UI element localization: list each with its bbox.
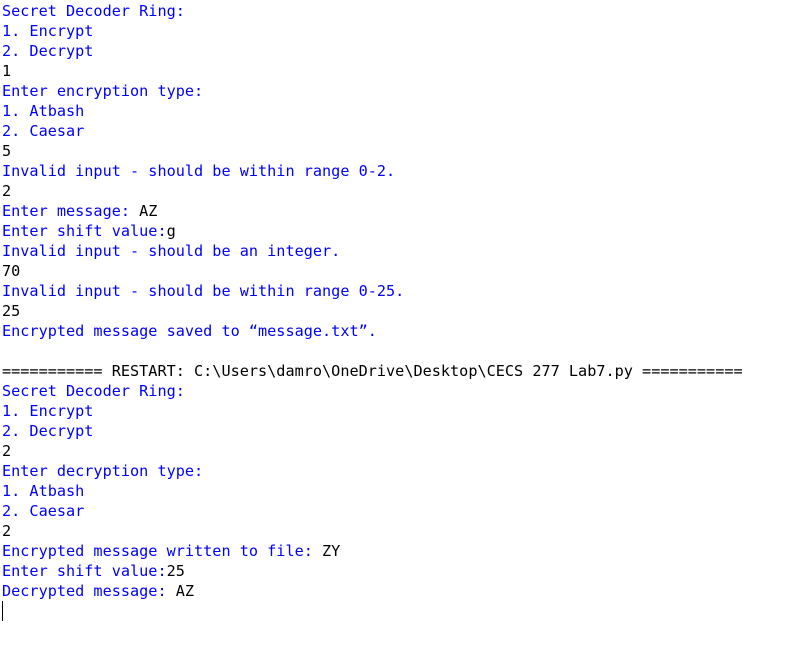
- console-input-line: 5: [2, 142, 12, 160]
- console-input-line: 70: [2, 262, 21, 280]
- console-input-line: 2: [2, 182, 12, 200]
- console-prompt-text: Encrypted message written to file:: [2, 542, 323, 560]
- console-prompt-line: Enter message: AZ: [2, 201, 787, 221]
- console-user-input: AZ: [175, 582, 195, 600]
- console-prompt-text: Enter shift value:: [2, 562, 167, 580]
- console-output-line: 1. Atbash: [2, 102, 85, 120]
- console-user-input: g: [166, 222, 176, 240]
- console-input-line: 25: [2, 302, 21, 320]
- console-output-line: 1. Atbash: [2, 482, 85, 500]
- console-output-line: 2. Decrypt: [2, 422, 94, 440]
- console-output-line: Secret Decoder Ring:: [2, 382, 185, 400]
- console-prompt-line: Enter shift value:25: [2, 561, 787, 581]
- console-output-line: Invalid input - should be within range 0…: [2, 162, 396, 180]
- shell-console-output: Secret Decoder Ring: 1. Encrypt 2. Decrypt…: [2, 1, 787, 621]
- console-output-line: 1. Encrypt: [2, 402, 94, 420]
- console-input-line: 2: [2, 442, 12, 460]
- console-output-line: 1. Encrypt: [2, 22, 94, 40]
- console-output-line: Enter decryption type:: [2, 462, 204, 480]
- console-output-line: Secret Decoder Ring:: [2, 2, 185, 20]
- console-output-line: 2. Decrypt: [2, 42, 94, 60]
- console-prompt-text: Enter message:: [2, 202, 140, 220]
- console-prompt-text: Decrypted message:: [2, 582, 176, 600]
- console-user-input: AZ: [139, 202, 158, 220]
- console-output-line: 2. Caesar: [2, 122, 85, 140]
- shell-input-line[interactable]: [2, 601, 787, 621]
- console-output-line: Invalid input - should be an integer.: [2, 242, 341, 260]
- console-output-line: Enter encryption type:: [2, 82, 204, 100]
- console-output-line: Encrypted message saved to “message.txt”…: [2, 322, 377, 340]
- console-input-line: 2: [2, 522, 12, 540]
- console-output-line: Invalid input - should be within range 0…: [2, 282, 405, 300]
- console-prompt-text: Enter shift value:: [2, 222, 167, 240]
- python-shell-window[interactable]: Secret Decoder Ring: 1. Encrypt 2. Decrypt…: [0, 0, 787, 667]
- console-user-input: ZY: [322, 542, 341, 560]
- console-output-line: 2. Caesar: [2, 502, 85, 520]
- text-cursor: [2, 601, 3, 621]
- console-prompt-line: Enter shift value:g: [2, 221, 787, 241]
- restart-banner: =========== RESTART: C:\Users\damro\OneD…: [2, 362, 743, 380]
- console-user-input: 25: [166, 562, 185, 580]
- console-input-line: 1: [2, 62, 12, 80]
- console-prompt-line: Decrypted message: AZ: [2, 581, 787, 601]
- console-prompt-line: Encrypted message written to file: ZY: [2, 541, 787, 561]
